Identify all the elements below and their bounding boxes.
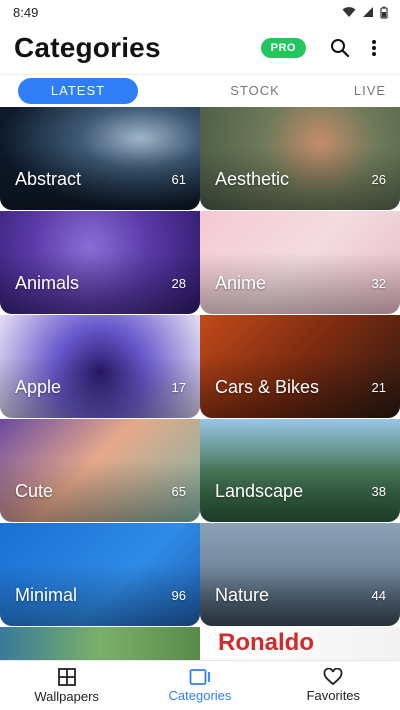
category-grid: Abstract 61 Aesthetic 26 Animals 28 Anim… xyxy=(0,107,400,660)
nav-label: Favorites xyxy=(306,688,361,703)
signal-icon xyxy=(363,7,373,17)
category-name: Landscape xyxy=(215,481,304,501)
category-count: 28 xyxy=(171,276,186,291)
categories-icon xyxy=(189,669,210,685)
category-count: 65 xyxy=(171,484,186,499)
category-name: Abstract xyxy=(15,169,82,189)
category-tile-minimal[interactable]: Minimal 96 xyxy=(0,523,200,626)
more-options-button[interactable] xyxy=(360,34,388,62)
category-name: Anime xyxy=(215,273,267,293)
category-name: Aesthetic xyxy=(215,169,290,189)
category-name: Cars & Bikes xyxy=(215,377,320,397)
category-tile-aesthetic[interactable]: Aesthetic 26 xyxy=(200,107,400,210)
status-bar: 8:49 xyxy=(0,0,400,24)
category-tile-animals[interactable]: Animals 28 xyxy=(0,211,200,314)
nav-wallpapers[interactable]: Wallpapers xyxy=(0,661,133,710)
heart-icon xyxy=(323,668,343,686)
category-count: 32 xyxy=(371,276,386,291)
category-tile-anime[interactable]: Anime 32 xyxy=(200,211,400,314)
search-button[interactable] xyxy=(326,34,354,62)
category-tile-abstract[interactable]: Abstract 61 xyxy=(0,107,200,210)
search-icon xyxy=(331,39,350,58)
category-name: Apple xyxy=(15,377,62,397)
category-name: Animals xyxy=(15,273,80,293)
tile-artwork-text: Ronaldo xyxy=(218,629,314,656)
category-tile-cute[interactable]: Cute 65 xyxy=(0,419,200,522)
tab-bar: LATEST STOCK LIVE xyxy=(0,74,400,106)
category-tile-partial-left[interactable] xyxy=(0,627,200,660)
tab-latest[interactable]: LATEST xyxy=(18,77,138,104)
status-time: 8:49 xyxy=(13,4,39,20)
grid-icon xyxy=(57,668,76,686)
category-tile-nature[interactable]: Nature 44 xyxy=(200,523,400,626)
page-title: Categories xyxy=(14,32,161,63)
nav-label: Wallpapers xyxy=(34,689,99,704)
category-tile-landscape[interactable]: Landscape 38 xyxy=(200,419,400,522)
category-count: 38 xyxy=(371,484,386,499)
pro-button[interactable]: PRO xyxy=(260,38,306,58)
more-vert-icon xyxy=(372,40,376,56)
category-tile-partial-right[interactable]: Ronaldo xyxy=(200,627,400,660)
category-count: 21 xyxy=(371,380,386,395)
category-count: 96 xyxy=(171,588,186,603)
battery-icon xyxy=(380,6,388,19)
category-count: 17 xyxy=(171,380,186,395)
category-tile-apple[interactable]: Apple 17 xyxy=(0,315,200,418)
tab-live[interactable]: LIVE xyxy=(310,78,400,104)
category-name: Minimal xyxy=(15,585,78,605)
category-name: Nature xyxy=(215,585,270,605)
wifi-icon xyxy=(342,7,356,17)
category-tile-cars-bikes[interactable]: Cars & Bikes 21 xyxy=(200,315,400,418)
nav-label: Categories xyxy=(168,688,232,703)
bottom-navigation: Wallpapers Categories Favorites xyxy=(0,660,400,710)
category-count: 26 xyxy=(371,172,386,187)
category-name: Cute xyxy=(15,481,54,501)
nav-favorites[interactable]: Favorites xyxy=(267,661,400,710)
status-icons xyxy=(342,6,388,19)
nav-categories[interactable]: Categories xyxy=(133,661,266,710)
category-count: 61 xyxy=(171,172,186,187)
tab-stock[interactable]: STOCK xyxy=(200,78,310,104)
category-count: 44 xyxy=(371,588,386,603)
app-bar: Categories PRO xyxy=(0,24,400,72)
